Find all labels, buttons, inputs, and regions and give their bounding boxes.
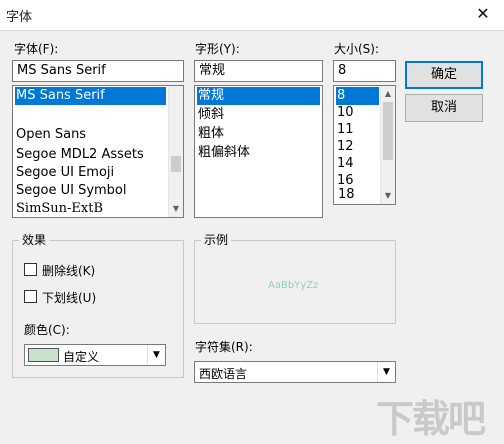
scroll-thumb[interactable] bbox=[171, 156, 181, 172]
font-style-item[interactable]: 倾斜 bbox=[197, 106, 224, 124]
effects-group-title: 效果 bbox=[19, 233, 50, 247]
font-label: 字体(F): bbox=[14, 42, 59, 56]
watermark-logo: 下载吧 bbox=[376, 397, 486, 441]
font-style-input[interactable]: 常规 bbox=[194, 60, 323, 82]
font-name-input[interactable]: MS Sans Serif bbox=[12, 60, 184, 82]
font-style-item[interactable]: 粗偏斜体 bbox=[197, 144, 250, 162]
font-style-list[interactable]: 常规 倾斜 粗体 粗偏斜体 bbox=[194, 85, 323, 218]
font-list-item[interactable]: SimSun-ExtB bbox=[15, 200, 103, 217]
ok-button[interactable]: 确定 bbox=[405, 61, 483, 89]
sample-text: AaBbYyZz bbox=[268, 280, 319, 291]
color-swatch bbox=[28, 348, 59, 362]
charset-select-value: 西欧语言 bbox=[199, 367, 248, 381]
scroll-down-icon[interactable]: ▼ bbox=[169, 202, 183, 216]
charset-label: 字符集(R): bbox=[195, 340, 253, 354]
strikeout-checkbox[interactable] bbox=[24, 263, 37, 276]
font-style-item[interactable]: 粗体 bbox=[197, 125, 224, 143]
color-label: 颜色(C): bbox=[24, 323, 70, 337]
title-bar: 字体 ✕ bbox=[0, 0, 504, 30]
close-button[interactable]: ✕ bbox=[472, 4, 494, 24]
font-list-item[interactable]: Segoe UI Emoji bbox=[15, 164, 114, 182]
window-title: 字体 bbox=[6, 10, 33, 25]
font-size-item[interactable]: 12 bbox=[336, 138, 354, 156]
underline-label[interactable]: 下划线(U) bbox=[42, 289, 96, 306]
font-size-item[interactable]: 10 bbox=[336, 104, 354, 122]
cancel-button[interactable]: 取消 bbox=[405, 94, 483, 122]
chevron-down-icon[interactable]: ▼ bbox=[147, 345, 165, 365]
underline-checkbox[interactable] bbox=[24, 290, 37, 303]
font-size-input[interactable]: 8 bbox=[333, 60, 396, 82]
font-list-item[interactable]: Segoe UI Symbol bbox=[15, 182, 127, 200]
font-style-item[interactable]: 常规 bbox=[197, 87, 320, 105]
font-list-scrollbar[interactable]: ▼ bbox=[168, 86, 183, 217]
font-list-item[interactable]: Open Sans bbox=[15, 126, 86, 144]
color-select-value: 自定义 bbox=[63, 350, 100, 364]
sample-group-title: 示例 bbox=[201, 233, 232, 247]
font-list[interactable]: MS Sans Serif Open Sans Segoe MDL2 Asset… bbox=[12, 85, 184, 218]
font-list-item[interactable]: Segoe MDL2 Assets bbox=[15, 146, 144, 164]
font-list-item[interactable]: MS Sans Serif bbox=[15, 87, 166, 105]
size-list-scrollbar[interactable]: ▲ ▼ bbox=[380, 86, 395, 204]
font-size-item[interactable]: 18 bbox=[335, 186, 379, 204]
strikeout-label[interactable]: 删除线(K) bbox=[42, 262, 95, 279]
font-size-item[interactable]: 8 bbox=[336, 87, 379, 105]
style-label: 字形(Y): bbox=[195, 42, 240, 56]
scroll-down-icon[interactable]: ▼ bbox=[381, 189, 395, 203]
font-size-item[interactable]: 11 bbox=[336, 121, 354, 139]
chevron-down-icon[interactable]: ▼ bbox=[377, 362, 395, 382]
color-select[interactable]: 自定义 ▼ bbox=[24, 344, 166, 366]
font-size-item[interactable]: 14 bbox=[336, 155, 354, 173]
scroll-up-icon[interactable]: ▲ bbox=[381, 87, 395, 101]
scroll-thumb[interactable] bbox=[383, 102, 393, 160]
size-label: 大小(S): bbox=[334, 42, 380, 56]
charset-select[interactable]: 西欧语言 ▼ bbox=[194, 361, 396, 383]
